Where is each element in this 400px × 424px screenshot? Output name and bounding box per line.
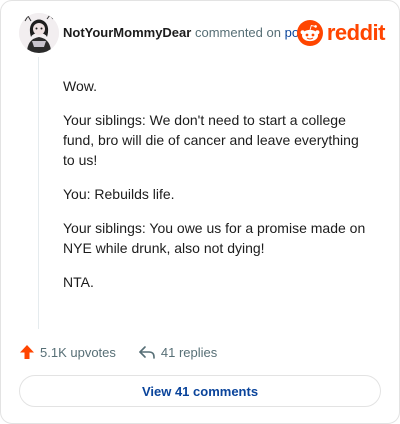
comment-paragraph: NTA. [63,274,94,290]
view-comments-button[interactable]: View 41 comments [19,375,381,407]
comment-paragraph: You: Rebuilds life. [63,186,175,202]
comment-paragraph: Your siblings: We don't need to start a … [63,112,359,168]
action-text: commented on [194,25,281,40]
reddit-wordmark: reddit [326,20,386,45]
reply-arrow-icon [139,346,155,359]
comment-body: Wow. Your siblings: We don't need to sta… [63,76,373,306]
upvote-arrow-icon [20,345,34,359]
comment-embed-card: NotYourMommyDear commented on post reddi… [0,0,400,424]
user-avatar[interactable] [19,13,59,53]
comment-attribution: NotYourMommyDear commented on post [63,25,309,40]
comment-header: NotYourMommyDear commented on post reddi… [19,13,386,53]
username-link[interactable]: NotYourMommyDear [63,25,191,40]
avatar-icon [19,13,59,53]
reddit-snoo-icon [296,20,323,46]
thread-line [38,57,39,329]
upvote-button[interactable]: 5.1K upvotes [19,344,116,360]
comment-paragraph: Your siblings: You owe us for a promise … [63,220,366,256]
reddit-logo[interactable]: reddit [296,19,386,47]
replies-button[interactable]: 41 replies [138,344,217,360]
upvotes-count: 5.1K upvotes [40,344,116,360]
replies-count: 41 replies [160,344,218,360]
comment-paragraph: Wow. [63,78,97,94]
comment-actions: 5.1K upvotes 41 replies [19,342,217,362]
